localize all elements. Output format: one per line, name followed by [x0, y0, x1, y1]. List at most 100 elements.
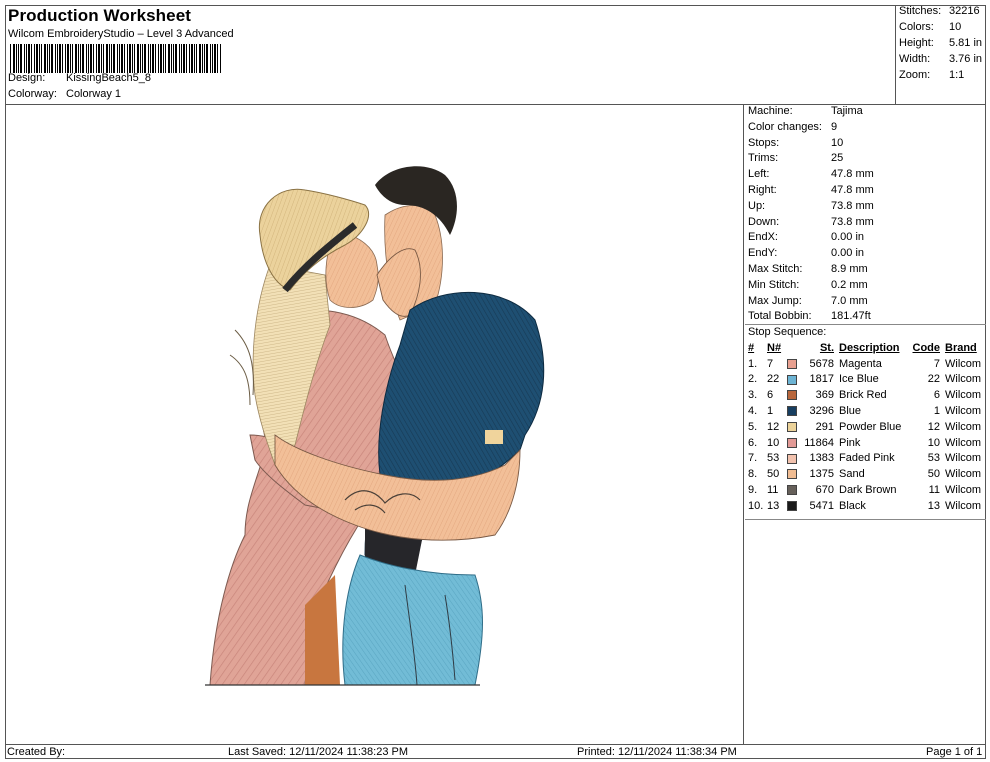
barcode-image — [10, 44, 221, 73]
design-label: Design: — [8, 72, 46, 84]
row-index: 3. — [748, 389, 758, 402]
stat-zoom: Zoom: 1:1 — [899, 69, 964, 81]
info-label: Color changes: — [748, 121, 822, 133]
table-row: 5. 12 291 Powder Blue 12 Wilcom — [745, 419, 986, 435]
row-code: 50 — [927, 468, 940, 481]
stat-label: Colors: — [899, 21, 934, 33]
row-code: 6 — [933, 389, 940, 402]
info-row: Max Jump: 7.0 mm — [748, 295, 868, 307]
swatch-cell — [785, 356, 801, 372]
colorway-label: Colorway: — [8, 88, 57, 100]
swatch-cell — [785, 387, 801, 403]
row-brand: Wilcom — [945, 452, 982, 465]
row-needle: 22 — [767, 373, 780, 386]
table-row: 1. 7 5678 Magenta 7 Wilcom — [745, 356, 986, 372]
info-value: 8.9 mm — [831, 263, 868, 275]
col-header-brand: Brand — [945, 341, 977, 354]
col-header-description: Description — [839, 341, 900, 354]
table-row: 3. 6 369 Brick Red 6 Wilcom — [745, 387, 986, 403]
design-row: Design: KissingBeach5_8 — [8, 72, 151, 84]
row-code: 22 — [927, 373, 940, 386]
row-needle: 7 — [767, 357, 774, 370]
worksheet-header: Production Worksheet Wilcom EmbroiderySt… — [5, 5, 896, 105]
table-row: 8. 50 1375 Sand 50 Wilcom — [745, 466, 986, 482]
info-row: Right: 47.8 mm — [748, 184, 874, 196]
design-preview — [5, 105, 744, 744]
embroidery-illustration — [205, 166, 545, 686]
col-header-code: Code — [912, 341, 941, 354]
row-stitches: 5471 — [809, 499, 834, 512]
row-index: 2. — [748, 373, 758, 386]
row-needle: 1 — [767, 405, 774, 418]
swatch-cell — [785, 482, 801, 498]
row-index: 7. — [748, 452, 758, 465]
color-swatch — [787, 469, 797, 480]
row-stitches: 670 — [815, 484, 834, 497]
row-needle: 6 — [767, 389, 774, 402]
stat-value: 1:1 — [949, 69, 965, 81]
color-swatch — [787, 390, 797, 401]
stat-label: Stitches: — [899, 5, 942, 17]
info-row: Up: 73.8 mm — [748, 200, 874, 212]
row-needle: 53 — [767, 452, 780, 465]
info-value: 47.8 mm — [831, 168, 874, 180]
info-label: Max Jump: — [748, 295, 802, 307]
info-label: Machine: — [748, 105, 793, 117]
info-value: 47.8 mm — [831, 184, 874, 196]
row-needle: 13 — [767, 499, 780, 512]
info-row: Stops: 10 — [748, 137, 843, 149]
row-needle: 11 — [767, 484, 779, 497]
stat-label: Height: — [899, 37, 934, 49]
color-swatch — [787, 421, 797, 432]
divider — [745, 519, 986, 520]
info-label: Max Stitch: — [748, 263, 803, 275]
info-label: Trims: — [748, 152, 779, 164]
divider — [745, 324, 986, 325]
table-row: 9. 11 670 Dark Brown 11 Wilcom — [745, 482, 986, 498]
swatch-cell — [785, 498, 801, 514]
table-row: 4. 1 3296 Blue 1 Wilcom — [745, 403, 986, 419]
color-swatch — [787, 437, 797, 448]
swatch-cell — [785, 403, 801, 419]
row-description: Powder Blue — [839, 420, 902, 433]
stats-panel: Stitches: 32216 Colors: 10 Height: 5.81 … — [896, 5, 986, 105]
stat-value: 10 — [949, 21, 962, 33]
row-description: Blue — [839, 405, 862, 418]
info-value: 0.00 in — [831, 231, 865, 243]
stat-height: Height: 5.81 in — [899, 37, 982, 49]
row-needle: 10 — [767, 436, 780, 449]
info-label: Down: — [748, 216, 780, 228]
row-brand: Wilcom — [945, 484, 982, 497]
info-row: Total Bobbin: 181.47ft — [748, 310, 871, 322]
stop-sequence-title: Stop Sequence: — [748, 326, 827, 338]
info-row: Left: 47.8 mm — [748, 168, 874, 180]
stat-value: 32216 — [949, 5, 980, 17]
table-header-row: # N# St. Description Code Brand — [745, 340, 986, 356]
swatch-cell — [785, 372, 801, 388]
info-value: 9 — [831, 121, 838, 133]
stat-value: 3.76 in — [949, 53, 983, 65]
row-index: 10. — [748, 499, 764, 512]
row-code: 11 — [928, 484, 940, 497]
color-swatch — [787, 500, 797, 511]
row-code: 7 — [933, 357, 940, 370]
col-header-stitches: St. — [819, 341, 834, 354]
row-stitches: 1817 — [809, 373, 834, 386]
stat-stitches: Stitches: 32216 — [899, 5, 980, 17]
row-index: 5. — [748, 420, 758, 433]
colorway-row: Colorway: Colorway 1 — [8, 88, 121, 100]
stat-value: 5.81 in — [949, 37, 983, 49]
col-header-swatch — [785, 340, 801, 356]
info-value: 0.00 in — [831, 247, 865, 259]
info-value: 10 — [831, 137, 844, 149]
row-description: Black — [839, 499, 866, 512]
col-header-n: N# — [767, 341, 782, 354]
row-stitches: 1375 — [809, 468, 834, 481]
table-row: 2. 22 1817 Ice Blue 22 Wilcom — [745, 372, 986, 388]
info-label: Left: — [748, 168, 770, 180]
info-label: Right: — [748, 184, 777, 196]
swatch-cell — [785, 451, 801, 467]
color-swatch — [787, 406, 797, 417]
page-number: Page 1 of 1 — [926, 746, 983, 758]
info-row: Color changes: 9 — [748, 121, 837, 133]
